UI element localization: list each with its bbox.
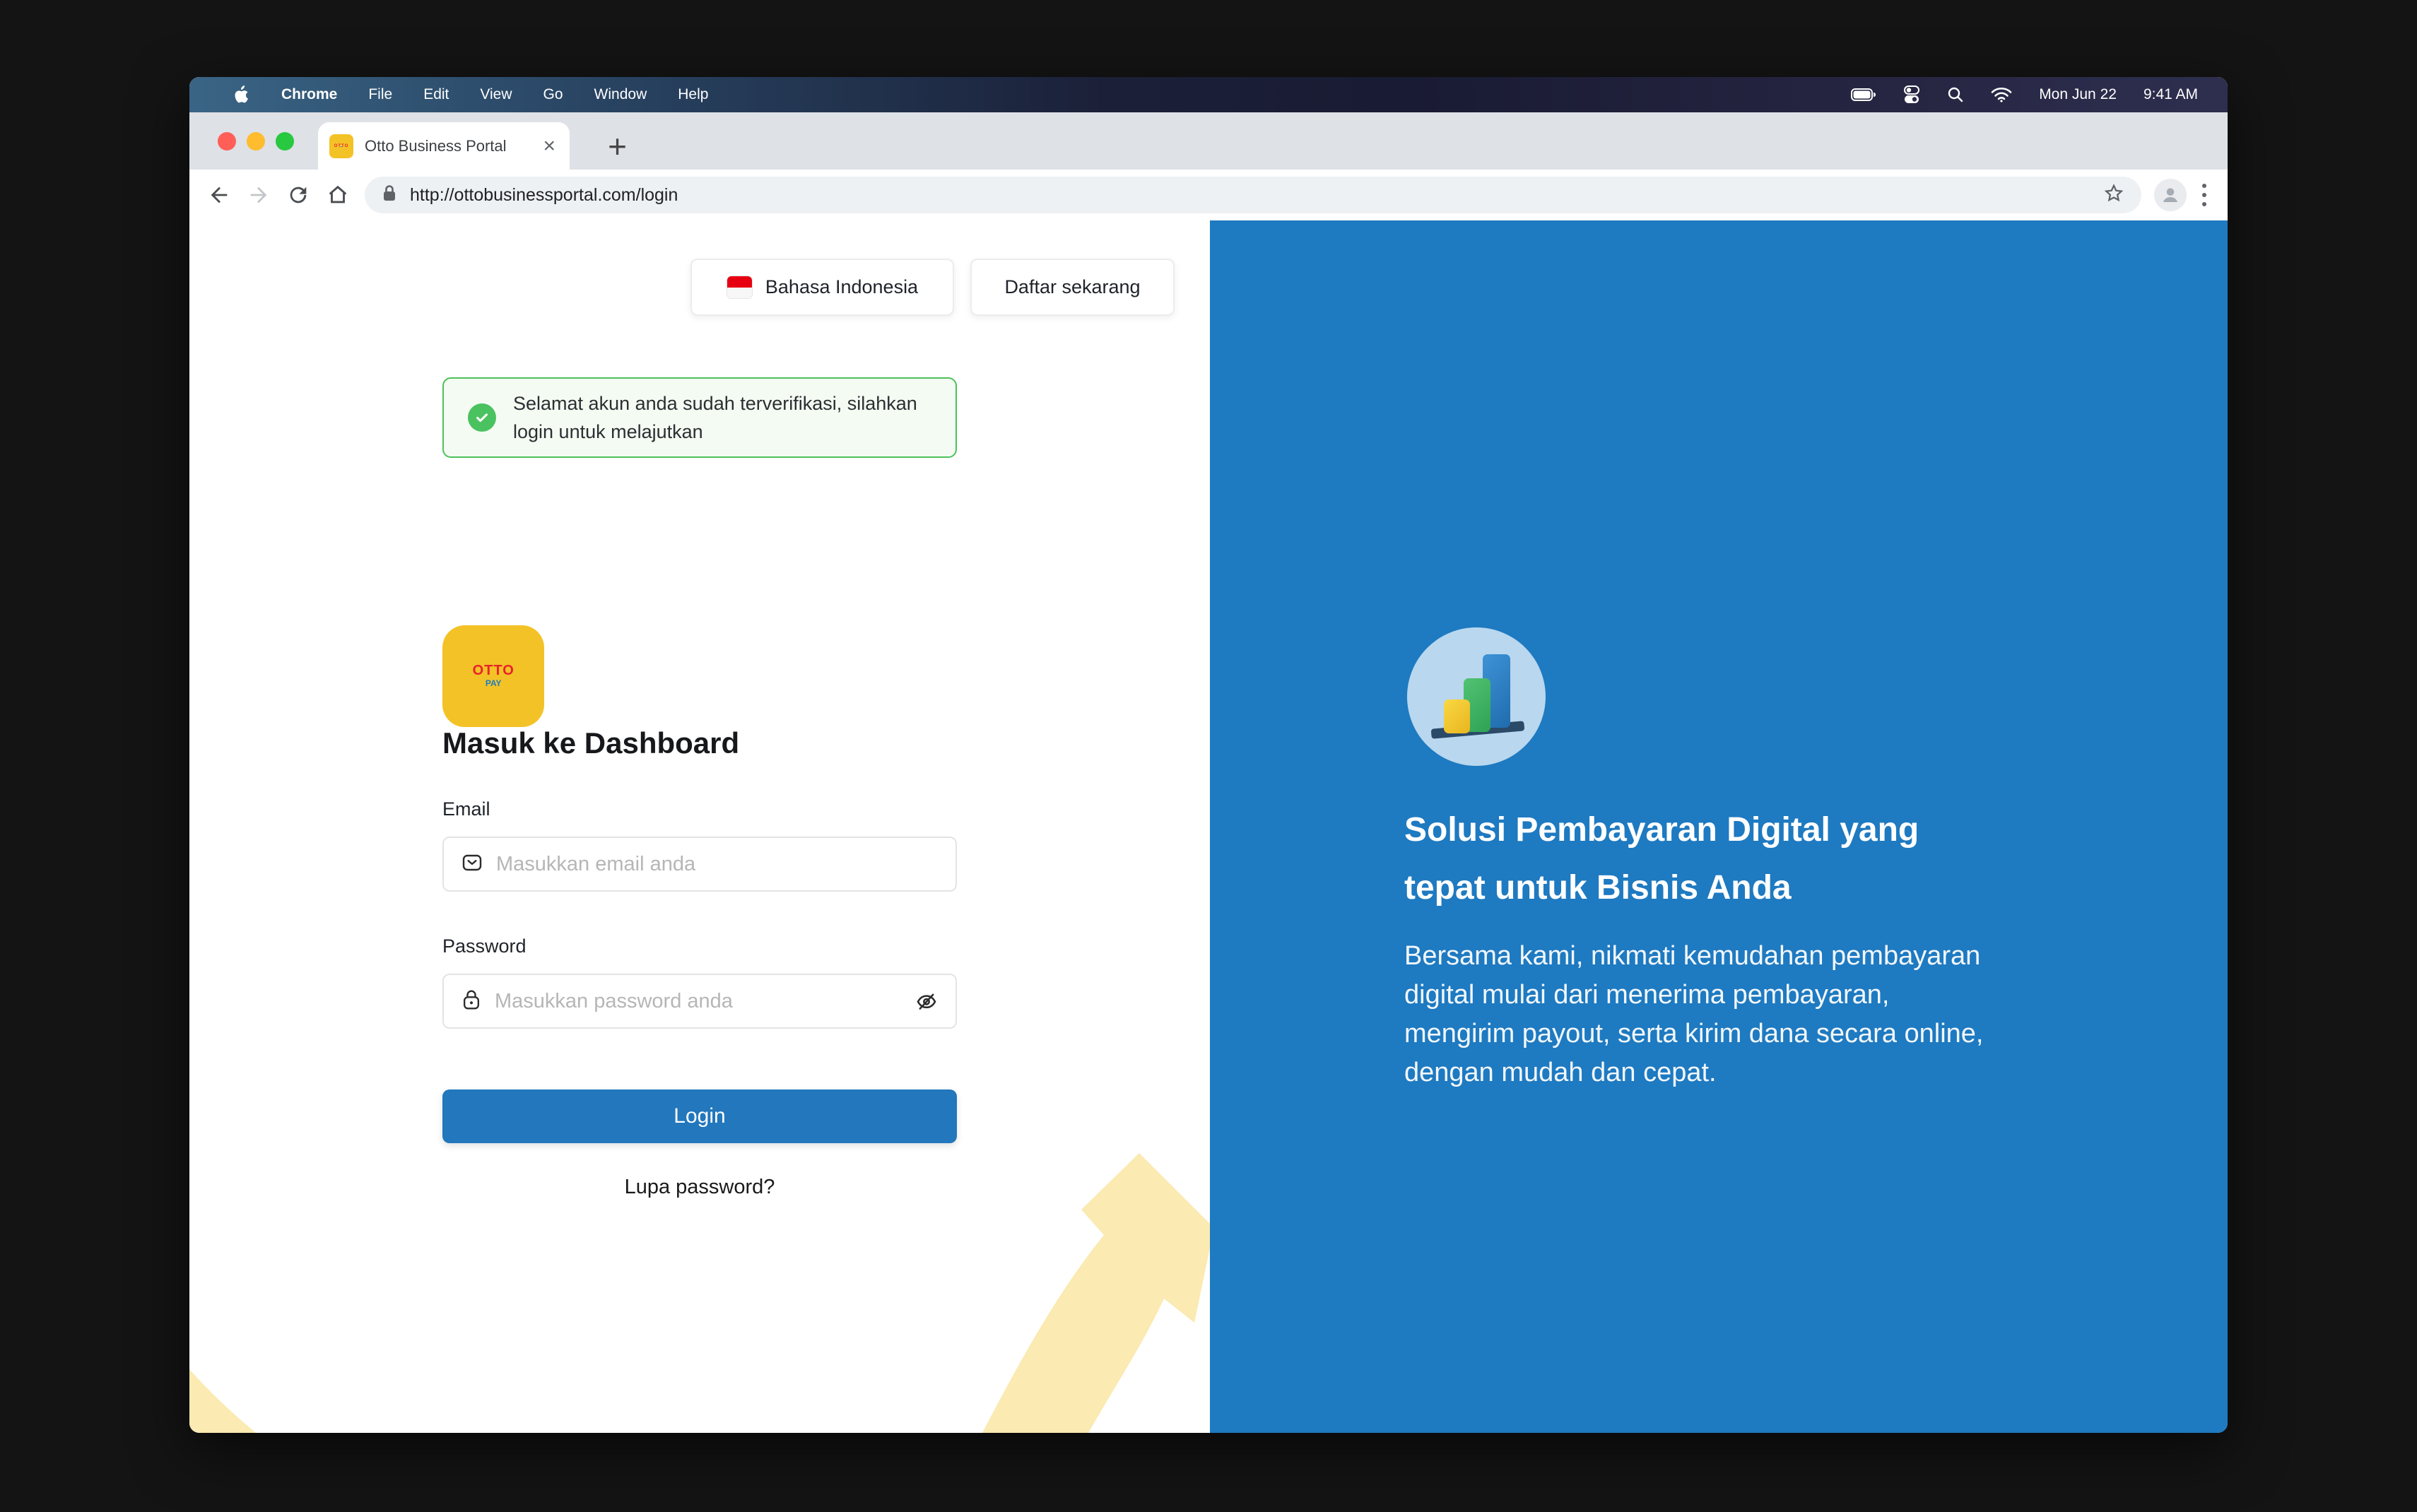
url-text[interactable]: http://ottobusinessportal.com/login [410, 185, 2103, 206]
menubar-menu-item[interactable]: Window [594, 86, 647, 103]
yellow-arrow-decoration [970, 1136, 1210, 1433]
promo-heading-line: Solusi Pembayaran Digital yang [1404, 801, 2083, 859]
success-alert: Selamat akun anda sudah terverifikasi, s… [442, 377, 957, 458]
login-panel: Bahasa Indonesia Daftar sekarang Selamat… [189, 220, 1210, 1433]
indonesia-flag-icon [727, 276, 753, 299]
menubar-date[interactable]: Mon Jun 22 [2039, 86, 2117, 103]
bar-chart-illustration [1407, 627, 1546, 766]
menubar-menu-item[interactable]: Help [678, 86, 708, 103]
home-icon[interactable] [318, 175, 358, 215]
lock-icon [461, 988, 482, 1015]
login-heading: Masuk ke Dashboard [442, 726, 739, 760]
language-selector-button[interactable]: Bahasa Indonesia [690, 259, 954, 316]
promo-body-line: digital mulai dari menerima pembayaran, [1404, 976, 2097, 1015]
register-button-label: Daftar sekarang [1004, 276, 1140, 298]
menubar-menus: Chrome File Edit View Go Window Help [281, 86, 708, 103]
browser-toolbar: http://ottobusinessportal.com/login [189, 170, 2228, 220]
desktop: Chrome File Edit View Go Window Help Mon Jun 2… [0, 0, 2417, 1512]
email-field[interactable] [442, 837, 957, 892]
tab-title: Otto Business Portal [365, 137, 543, 155]
success-alert-line: Selamat akun anda sudah terverifikasi, s… [513, 389, 917, 418]
ottopay-logo: OTTO PAY [442, 625, 544, 727]
spotlight-search-icon[interactable] [1947, 86, 1964, 103]
promo-body-line: Bersama kami, nikmati kemudahan pembayar… [1404, 937, 2097, 976]
battery-icon[interactable] [1851, 88, 1876, 102]
email-icon [461, 851, 483, 878]
tab-favicon-otto-icon: OTTO [329, 134, 353, 158]
promo-heading: Solusi Pembayaran Digital yangtepat untu… [1404, 801, 2083, 917]
menubar-menu-item[interactable]: View [480, 86, 512, 103]
menubar-time[interactable]: 9:41 AM [2143, 86, 2198, 103]
macos-menubar: Chrome File Edit View Go Window Help Mon Jun 2… [189, 77, 2228, 112]
password-field[interactable] [442, 974, 957, 1029]
zoom-window-button[interactable] [276, 132, 294, 150]
yellow-corner-decoration [189, 1369, 260, 1433]
minimize-window-button[interactable] [247, 132, 265, 150]
page-content: Bahasa Indonesia Daftar sekarang Selamat… [189, 220, 2228, 1433]
padlock-icon[interactable] [382, 184, 397, 207]
chart-bar-yellow [1444, 699, 1470, 733]
wifi-icon[interactable] [1991, 87, 2012, 102]
bookmark-star-icon[interactable] [2103, 183, 2124, 208]
apple-logo-icon[interactable] [233, 85, 249, 104]
forward-icon[interactable] [239, 175, 278, 215]
menubar-menu-item[interactable]: Edit [423, 86, 449, 103]
browser-window: Chrome File Edit View Go Window Help Mon Jun 2… [189, 77, 2228, 1433]
language-selector-label: Bahasa Indonesia [765, 276, 918, 298]
promo-body-line: dengan mudah dan cepat. [1404, 1053, 2097, 1092]
new-tab-button[interactable]: + [594, 122, 641, 170]
email-input[interactable] [495, 852, 939, 877]
toggle-password-visibility-icon[interactable] [915, 989, 939, 1013]
back-icon[interactable] [199, 175, 239, 215]
promo-panel: Solusi Pembayaran Digital yangtepat untu… [1210, 220, 2228, 1433]
profile-avatar-icon[interactable] [2154, 179, 2187, 211]
password-label: Password [442, 935, 527, 957]
window-controls [218, 132, 294, 150]
tab-strip: OTTO Otto Business Portal × + [189, 112, 2228, 170]
menubar-menu-item[interactable]: Chrome [281, 86, 337, 103]
promo-body: Bersama kami, nikmati kemudahan pembayar… [1404, 937, 2097, 1092]
promo-heading-line: tepat untuk Bisnis Anda [1404, 859, 2083, 917]
ottopay-logo-wordmark: OTTO [473, 663, 514, 678]
address-bar[interactable]: http://ottobusinessportal.com/login [365, 177, 2141, 213]
success-alert-text: Selamat akun anda sudah terverifikasi, s… [513, 389, 917, 446]
close-window-button[interactable] [218, 132, 236, 150]
password-input[interactable] [493, 989, 915, 1014]
promo-body-line: mengirim payout, serta kirim dana secara… [1404, 1015, 2097, 1053]
browser-menu-icon[interactable] [2202, 184, 2206, 206]
check-circle-icon [468, 403, 496, 432]
login-button[interactable]: Login [442, 1089, 957, 1143]
email-label: Email [442, 798, 490, 820]
forgot-password-link[interactable]: Lupa password? [442, 1176, 957, 1199]
ottopay-logo-sub: PAY [486, 679, 502, 687]
menubar-menu-item[interactable]: File [368, 86, 392, 103]
control-center-icon[interactable] [1903, 85, 1920, 104]
browser-tab[interactable]: OTTO Otto Business Portal × [318, 122, 570, 170]
register-button[interactable]: Daftar sekarang [970, 259, 1175, 316]
success-alert-line: login untuk melajutkan [513, 418, 917, 446]
reload-icon[interactable] [278, 175, 318, 215]
tab-close-icon[interactable]: × [543, 136, 555, 157]
menubar-menu-item[interactable]: Go [543, 86, 563, 103]
